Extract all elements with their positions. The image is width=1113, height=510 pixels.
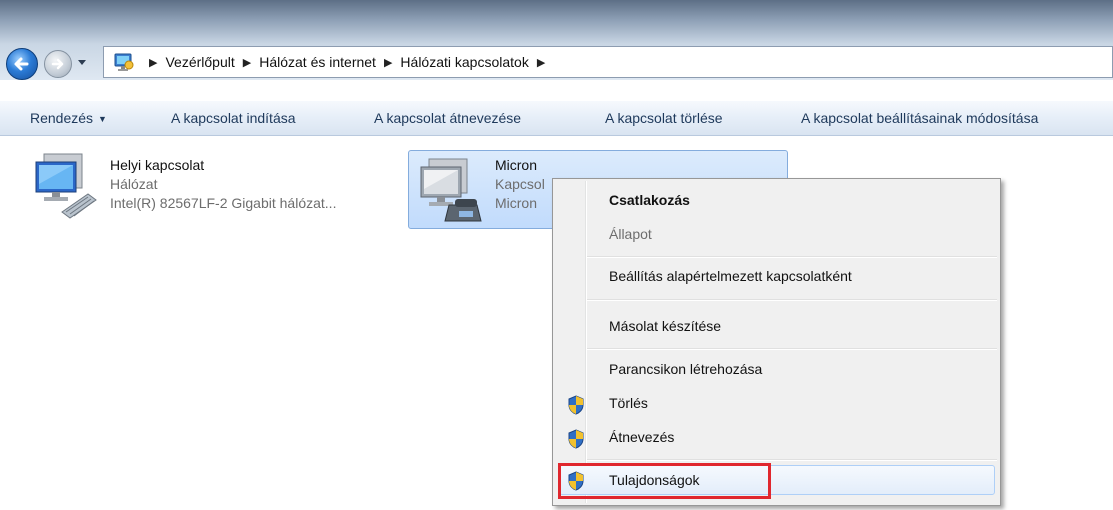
uac-shield-icon <box>568 429 584 449</box>
connection-device: Micron <box>495 195 538 211</box>
connection-status: Hálózat <box>110 176 158 192</box>
connection-device: Intel(R) 82567LF-2 Gigabit hálózat... <box>110 195 337 211</box>
menu-separator <box>587 348 997 350</box>
context-menu: Csatlakozás Állapot Beállítás alapértelm… <box>552 178 1001 506</box>
connection-name: Micron <box>495 157 538 173</box>
annotation-highlight-box <box>558 463 771 499</box>
menu-item-rename[interactable]: Átnevezés <box>609 429 674 445</box>
forward-button[interactable] <box>44 50 72 78</box>
menu-item-connect[interactable]: Csatlakozás <box>609 192 690 208</box>
chevron-right-icon[interactable]: ▶ <box>243 56 251 69</box>
organize-button[interactable]: Rendezés ▼ <box>30 101 107 135</box>
arrow-right-icon <box>51 58 64 70</box>
recent-pages-dropdown-icon[interactable] <box>77 59 87 67</box>
network-adapter-icon <box>35 153 97 219</box>
organize-label: Rendezés <box>30 110 94 126</box>
start-connection-button[interactable]: A kapcsolat indítása <box>171 101 296 135</box>
menu-item-copy[interactable]: Másolat készítése <box>609 318 721 334</box>
address-field[interactable]: ▶ Vezérlőpult ▶ Hálózat és internet ▶ Há… <box>103 46 1113 78</box>
menu-separator <box>587 299 997 301</box>
menu-separator <box>587 459 997 461</box>
chevron-right-icon[interactable]: ▶ <box>537 56 545 69</box>
change-settings-button[interactable]: A kapcsolat beállításainak módosítása <box>801 101 1038 135</box>
connection-name: Helyi kapcsolat <box>110 157 205 173</box>
control-panel-icon <box>114 53 134 71</box>
menu-item-set-default[interactable]: Beállítás alapértelmezett kapcsolatként <box>609 268 852 284</box>
menu-icon-gutter <box>585 181 587 503</box>
menu-item-create-shortcut[interactable]: Parancsikon létrehozása <box>609 361 762 377</box>
back-button[interactable] <box>6 48 38 80</box>
breadcrumb-network-internet[interactable]: Hálózat és internet <box>259 54 376 70</box>
breadcrumb-control-panel[interactable]: Vezérlőpult <box>165 54 234 70</box>
address-bar-area: ▶ Vezérlőpult ▶ Hálózat és internet ▶ Há… <box>0 0 1113 80</box>
rename-connection-button[interactable]: A kapcsolat átnevezése <box>374 101 521 135</box>
arrow-left-icon <box>14 57 29 71</box>
chevron-right-icon[interactable]: ▶ <box>149 56 157 69</box>
connection-status: Kapcsol <box>495 176 545 192</box>
chevron-down-icon: ▼ <box>98 114 107 124</box>
chevron-right-icon[interactable]: ▶ <box>384 56 392 69</box>
breadcrumb-network-connections[interactable]: Hálózati kapcsolatok <box>400 54 528 70</box>
delete-connection-button[interactable]: A kapcsolat törlése <box>605 101 723 135</box>
command-bar: Rendezés ▼ A kapcsolat indítása A kapcsol… <box>0 100 1113 136</box>
menu-separator <box>587 256 997 258</box>
menu-item-delete[interactable]: Törlés <box>609 395 648 411</box>
uac-shield-icon <box>568 395 584 415</box>
menu-item-status: Állapot <box>609 226 652 242</box>
dialup-modem-icon <box>420 158 482 222</box>
